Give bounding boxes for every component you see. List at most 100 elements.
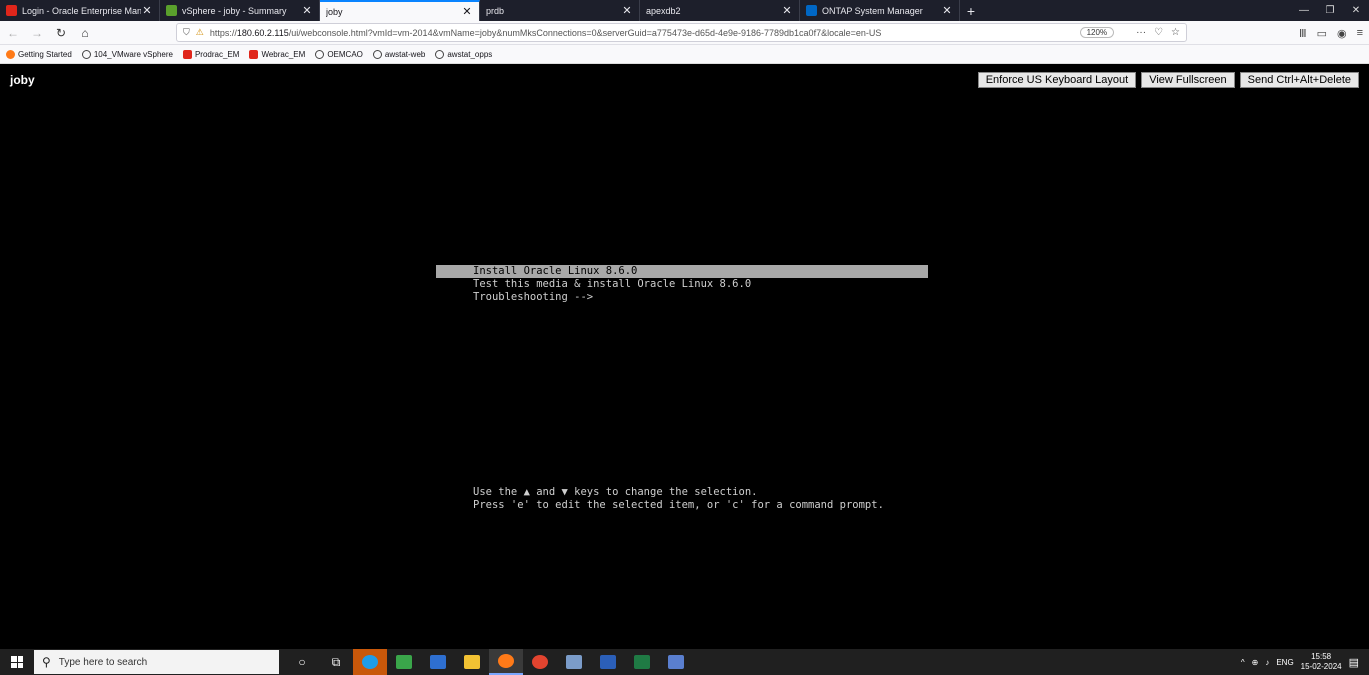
- boot-entry-install[interactable]: Install Oracle Linux 8.6.0: [436, 265, 928, 278]
- tab-vsphere-summary[interactable]: vSphere - joby - Summary ✕: [160, 0, 320, 21]
- grub-boot-menu: Install Oracle Linux 8.6.0 Test this med…: [436, 265, 928, 304]
- clock-time: 15:58: [1311, 652, 1332, 661]
- app-glyph: [566, 655, 582, 669]
- restore-button[interactable]: ❐: [1317, 0, 1343, 21]
- oracle-icon: [182, 49, 192, 59]
- bookmark-oemcao[interactable]: OEMCAO: [315, 49, 363, 59]
- tab-joby[interactable]: joby ✕: [320, 0, 480, 21]
- browser-tab-strip: Login - Oracle Enterprise Mana ✕ vSphere…: [0, 0, 1369, 21]
- tab-close-icon[interactable]: ✕: [941, 4, 953, 17]
- navigation-bar: ← → ↻ ⌂ ⛉ ⚠ https://180.60.2.115/ui/webc…: [0, 21, 1369, 45]
- network-icon[interactable]: ⊕: [1252, 658, 1259, 667]
- chevron-up-icon[interactable]: ^: [1241, 658, 1245, 667]
- language-indicator[interactable]: ENG: [1276, 658, 1293, 667]
- send-ctrl-alt-delete-button[interactable]: Send Ctrl+Alt+Delete: [1239, 72, 1359, 88]
- url-bar[interactable]: ⛉ ⚠ https://180.60.2.115/ui/webconsole.h…: [176, 23, 1187, 42]
- shield-icon[interactable]: ⛉: [183, 27, 190, 38]
- app-glyph: [498, 654, 514, 668]
- minimize-button[interactable]: —: [1291, 0, 1317, 21]
- tab-prdb[interactable]: prdb ✕: [480, 0, 640, 21]
- bookmark-getting-started[interactable]: Getting Started: [6, 49, 72, 59]
- tab-ontap-system-manager[interactable]: ONTAP System Manager ✕: [800, 0, 960, 21]
- toolbar-right: Ⅲ ▭ ◉ ≡: [1299, 23, 1363, 43]
- zoom-indicator[interactable]: 120%: [1079, 27, 1115, 38]
- back-button[interactable]: ←: [2, 23, 24, 43]
- word-icon[interactable]: [591, 649, 625, 675]
- close-window-button[interactable]: ✕: [1343, 0, 1369, 21]
- bookmark-label: Prodrac_EM: [194, 49, 240, 59]
- help-line: Use the ▲ and ▼ keys to change the selec…: [473, 486, 758, 498]
- file-explorer-icon[interactable]: [455, 649, 489, 675]
- vm-console[interactable]: joby Enforce US Keyboard Layout View Ful…: [0, 64, 1369, 649]
- taskbar-search[interactable]: ⚲ Type here to search: [34, 650, 279, 674]
- oracle-icon: [6, 5, 17, 16]
- bookmark-label: Getting Started: [18, 49, 72, 59]
- search-placeholder: Type here to search: [58, 656, 148, 668]
- app-glyph: [634, 655, 650, 669]
- menu-icon[interactable]: ≡: [1357, 27, 1363, 39]
- bookmark-star-icon[interactable]: ☆: [1171, 27, 1180, 38]
- volume-icon[interactable]: ♪: [1265, 658, 1269, 667]
- cortana-icon[interactable]: ○: [285, 649, 319, 675]
- bookmark-label: awstat_opps: [447, 49, 493, 59]
- notifications-icon[interactable]: ▤: [1349, 656, 1359, 669]
- tab-label: apexdb2: [646, 5, 681, 16]
- tab-label: vSphere - joby - Summary: [182, 5, 287, 16]
- globe-icon: [372, 49, 382, 59]
- app-glyph: [464, 655, 480, 669]
- library-icon[interactable]: Ⅲ: [1299, 27, 1307, 40]
- home-button[interactable]: ⌂: [74, 23, 96, 43]
- putty-icon[interactable]: [523, 649, 557, 675]
- reload-button[interactable]: ↻: [50, 23, 72, 43]
- tab-label: prdb: [486, 5, 505, 16]
- tab-close-icon[interactable]: ✕: [301, 4, 313, 17]
- excel-icon[interactable]: [625, 649, 659, 675]
- new-tab-button[interactable]: +: [960, 0, 982, 21]
- tab-close-icon[interactable]: ✕: [141, 4, 153, 17]
- tab-login-oracle-em[interactable]: Login - Oracle Enterprise Mana ✕: [0, 0, 160, 21]
- pocket-icon[interactable]: ♡: [1154, 27, 1163, 38]
- firefox-taskbar-icon[interactable]: [489, 649, 523, 675]
- task-view-icon[interactable]: ⧉: [319, 649, 353, 675]
- vm-name-title: joby: [10, 73, 35, 87]
- powershell-icon[interactable]: [659, 649, 693, 675]
- clock[interactable]: 15:58 15-02-2024: [1301, 652, 1342, 672]
- tab-close-icon[interactable]: ✕: [621, 4, 633, 17]
- url-scheme: https://: [209, 27, 237, 38]
- network-app-icon[interactable]: [387, 649, 421, 675]
- bookmark-webrac-em[interactable]: Webrac_EM: [249, 49, 305, 59]
- tab-apexdb2[interactable]: apexdb2 ✕: [640, 0, 800, 21]
- bookmark-awstat-opps[interactable]: awstat_opps: [435, 49, 493, 59]
- boot-entry-test-media[interactable]: Test this media & install Oracle Linux 8…: [436, 278, 928, 291]
- help-line: Press 'e' to edit the selected item, or …: [473, 499, 884, 511]
- tab-close-icon[interactable]: ✕: [461, 5, 473, 18]
- system-tray: ^ ⊕ ♪ ENG 15:58 15-02-2024 ▤: [1241, 652, 1369, 672]
- edge-logo: [362, 655, 378, 669]
- forward-button[interactable]: →: [26, 23, 48, 43]
- grub-help-text: Use the ▲ and ▼ keys to change the selec…: [473, 486, 884, 512]
- bookmark-awstat-web[interactable]: awstat-web: [372, 49, 425, 59]
- insecure-lock-icon[interactable]: ⚠: [196, 27, 204, 38]
- tab-close-icon[interactable]: ✕: [781, 4, 793, 17]
- vsphere-icon: [166, 5, 177, 16]
- bookmark-prodrac-em[interactable]: Prodrac_EM: [182, 49, 240, 59]
- edge-icon[interactable]: [353, 649, 387, 675]
- bookmark-vmware-vsphere[interactable]: 104_VMware vSphere: [81, 49, 173, 59]
- window-controls: — ❐ ✕: [1291, 0, 1369, 21]
- outlook-icon[interactable]: [421, 649, 455, 675]
- globe-icon: [81, 49, 91, 59]
- app-glyph: [430, 655, 446, 669]
- boot-entry-troubleshooting[interactable]: Troubleshooting -->: [436, 291, 928, 304]
- tab-label: joby: [326, 6, 343, 17]
- clock-date: 15-02-2024: [1300, 662, 1342, 671]
- oracle-icon: [249, 49, 259, 59]
- sidebar-icon[interactable]: ▭: [1317, 27, 1327, 40]
- remote-desktop-icon[interactable]: [557, 649, 591, 675]
- url-text[interactable]: https://180.60.2.115/ui/webconsole.html?…: [210, 28, 1080, 38]
- enforce-us-keyboard-button[interactable]: Enforce US Keyboard Layout: [977, 72, 1137, 88]
- app-glyph: [668, 655, 684, 669]
- account-icon[interactable]: ◉: [1337, 27, 1347, 40]
- start-button[interactable]: [0, 649, 34, 675]
- page-actions-button[interactable]: ···: [1136, 27, 1146, 38]
- view-fullscreen-button[interactable]: View Fullscreen: [1141, 72, 1235, 88]
